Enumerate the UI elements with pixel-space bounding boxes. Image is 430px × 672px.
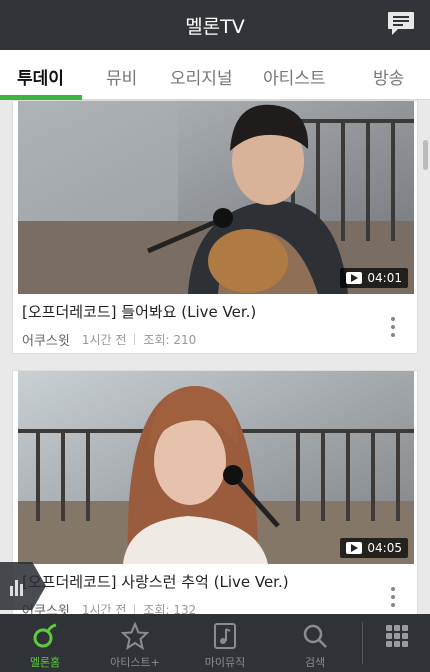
duration-badge: 04:01 xyxy=(340,268,408,288)
duration-text: 04:05 xyxy=(367,541,402,555)
video-card[interactable]: 04:05 [오프더레코드] 사랑스런 추억 (Live Ver.) 어쿠스윗 … xyxy=(12,370,418,614)
duration-badge: 04:05 xyxy=(340,538,408,558)
view-count: 조회: 132 xyxy=(143,603,197,614)
thumbnail-image xyxy=(18,101,414,294)
nav-artist-plus[interactable]: 아티스트+ xyxy=(90,614,180,672)
app-header: 멜론TV xyxy=(0,0,430,50)
tab-today[interactable]: 투데이 xyxy=(17,64,64,89)
nav-menu[interactable] xyxy=(352,614,430,672)
grid-menu-icon xyxy=(386,625,408,647)
artist-name[interactable]: 어쿠스윗 xyxy=(22,330,70,349)
video-meta: 어쿠스윗 1시간 전 조회: 132 xyxy=(22,600,196,614)
video-title[interactable]: [오프더레코드] 들어봐요 (Live Ver.) xyxy=(22,301,256,322)
scrollbar[interactable] xyxy=(423,140,428,170)
video-title[interactable]: [오프더레코드] 사랑스런 추억 (Live Ver.) xyxy=(22,571,289,592)
upload-time: 1시간 전 xyxy=(81,603,127,614)
nav-label: 검색 xyxy=(304,656,326,669)
play-icon xyxy=(346,542,363,554)
meta-divider xyxy=(134,334,136,345)
video-feed[interactable]: 04:01 [오프더레코드] 들어봐요 (Live Ver.) 어쿠스윗 1시간… xyxy=(0,100,430,614)
nav-my-music[interactable]: 마이뮤직 xyxy=(180,614,270,672)
tab-original[interactable]: 오리지널 xyxy=(170,64,233,89)
bottom-navigation: 멜론홈 아티스트+ 마이뮤직 검색 xyxy=(0,614,430,672)
category-tabs: 투데이 뮤비 오리지널 아티스트 방송 xyxy=(0,50,430,100)
nav-label: 멜론홈 xyxy=(29,656,61,669)
duration-text: 04:01 xyxy=(367,271,402,285)
meta-divider xyxy=(134,604,136,614)
play-icon xyxy=(346,272,363,284)
my-music-icon xyxy=(214,623,236,649)
tab-music-video[interactable]: 뮤비 xyxy=(106,64,137,89)
more-options-icon[interactable] xyxy=(391,587,397,607)
video-meta: 어쿠스윗 1시간 전 조회: 210 xyxy=(22,330,196,349)
melon-home-icon xyxy=(33,623,57,648)
search-icon xyxy=(303,624,327,648)
tab-broadcast[interactable]: 방송 xyxy=(373,64,404,89)
video-card[interactable]: 04:01 [오프더레코드] 들어봐요 (Live Ver.) 어쿠스윗 1시간… xyxy=(12,100,418,354)
bar-chart-icon xyxy=(10,580,23,596)
nav-search[interactable]: 검색 xyxy=(270,614,360,672)
upload-time: 1시간 전 xyxy=(81,333,127,347)
more-options-icon[interactable] xyxy=(391,317,397,337)
page-title: 멜론TV xyxy=(185,16,245,38)
view-count: 조회: 210 xyxy=(143,333,197,347)
star-icon xyxy=(121,622,149,650)
video-thumbnail[interactable]: 04:01 xyxy=(18,101,414,294)
chat-icon[interactable] xyxy=(386,10,416,38)
nav-label: 아티스트+ xyxy=(110,656,160,669)
tab-artist[interactable]: 아티스트 xyxy=(263,64,326,89)
nav-label: 마이뮤직 xyxy=(204,656,246,669)
thumbnail-image xyxy=(18,371,414,564)
video-thumbnail[interactable]: 04:05 xyxy=(18,371,414,564)
nav-melon-home[interactable]: 멜론홈 xyxy=(0,614,90,672)
